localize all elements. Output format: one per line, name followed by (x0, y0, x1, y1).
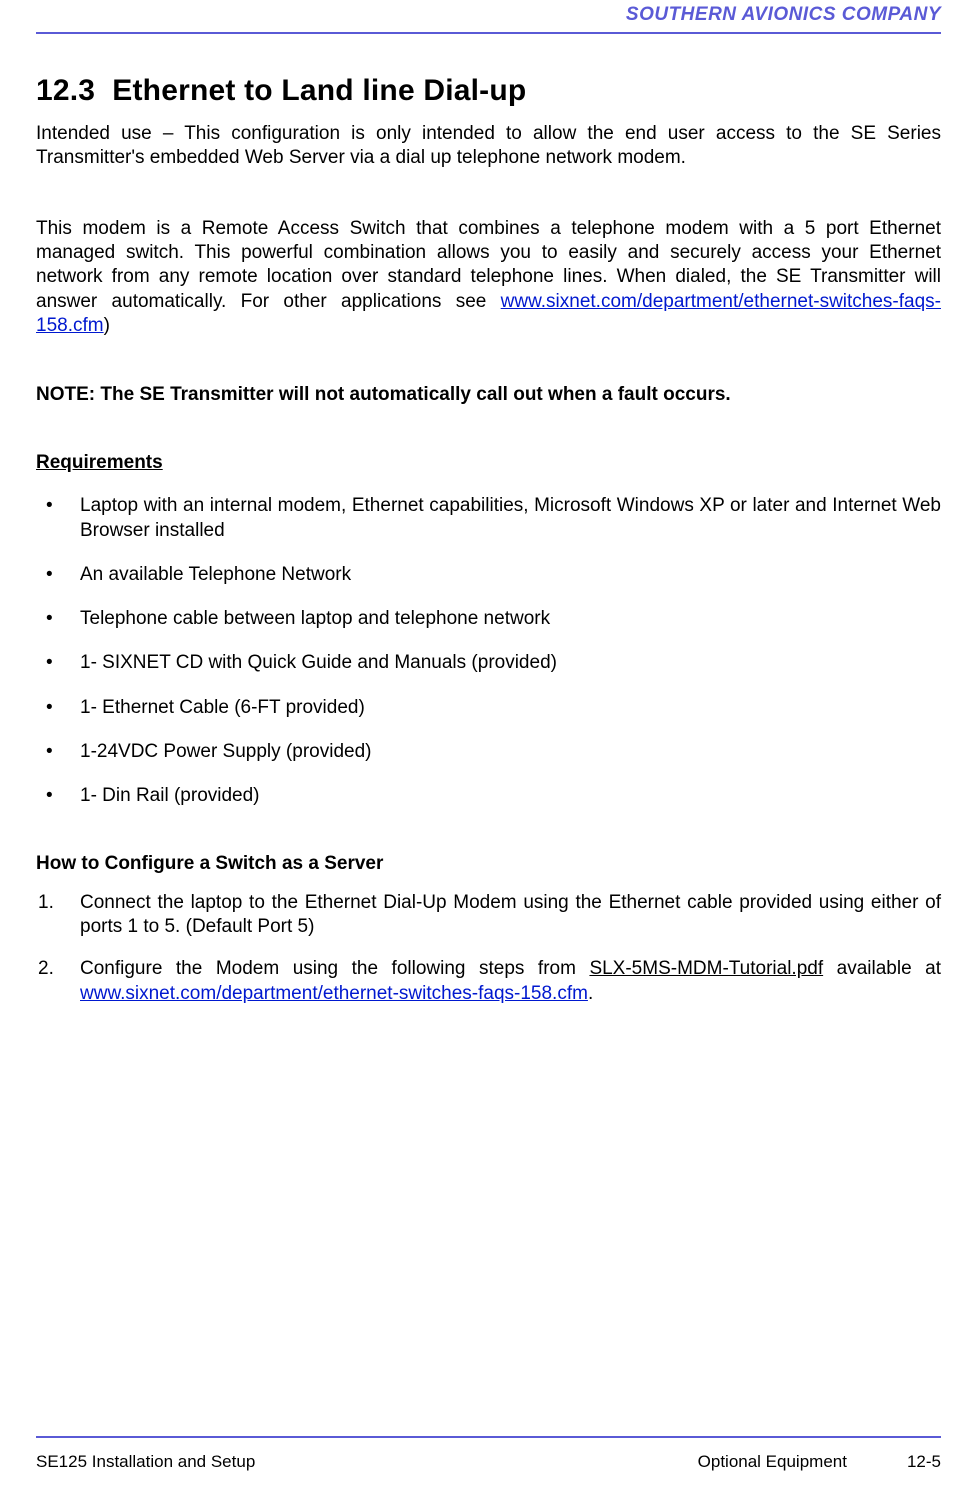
list-item: 1- Din Rail (provided) (36, 784, 941, 808)
list-item: An available Telephone Network (36, 563, 941, 587)
requirements-list: Laptop with an internal modem, Ethernet … (36, 494, 941, 809)
step-item: Connect the laptop to the Ethernet Dial-… (36, 891, 941, 940)
list-item: 1- SIXNET CD with Quick Guide and Manual… (36, 651, 941, 675)
header-company: SOUTHERN AVIONICS COMPANY (36, 0, 941, 32)
steps-list: Connect the laptop to the Ethernet Dial-… (36, 891, 941, 1006)
step2-mid: available at (823, 958, 941, 979)
configure-heading: How to Configure a Switch as a Server (36, 853, 941, 875)
footer-doc-title: SE125 Installation and Setup (36, 1452, 255, 1472)
sixnet-link-2[interactable]: www.sixnet.com/department/ethernet-switc… (80, 983, 588, 1004)
tutorial-pdf-ref: SLX-5MS-MDM-Tutorial.pdf (589, 958, 823, 979)
footer-section: Optional Equipment (698, 1452, 847, 1472)
page-footer: SE125 Installation and Setup Optional Eq… (36, 1436, 941, 1472)
list-item: 1-24VDC Power Supply (provided) (36, 740, 941, 764)
list-item: Laptop with an internal modem, Ethernet … (36, 494, 941, 543)
list-item: 1- Ethernet Cable (6-FT provided) (36, 696, 941, 720)
step-item: Configure the Modem using the following … (36, 957, 941, 1006)
step2-post: . (588, 983, 593, 1004)
footer-rule (36, 1436, 941, 1438)
description-post: ) (104, 315, 110, 336)
description-paragraph: This modem is a Remote Access Switch tha… (36, 217, 941, 339)
list-item: Telephone cable between laptop and telep… (36, 607, 941, 631)
header-rule (36, 32, 941, 34)
requirements-heading: Requirements (36, 452, 941, 474)
section-heading: 12.3 Ethernet to Land line Dial-up (36, 74, 941, 108)
note-text: NOTE: The SE Transmitter will not automa… (36, 384, 941, 406)
section-title: Ethernet to Land line Dial-up (112, 74, 526, 107)
intro-paragraph: Intended use – This configuration is onl… (36, 122, 941, 171)
footer-page-number: 12-5 (907, 1452, 941, 1472)
step2-pre: Configure the Modem using the following … (80, 958, 589, 979)
section-number: 12.3 (36, 74, 95, 107)
